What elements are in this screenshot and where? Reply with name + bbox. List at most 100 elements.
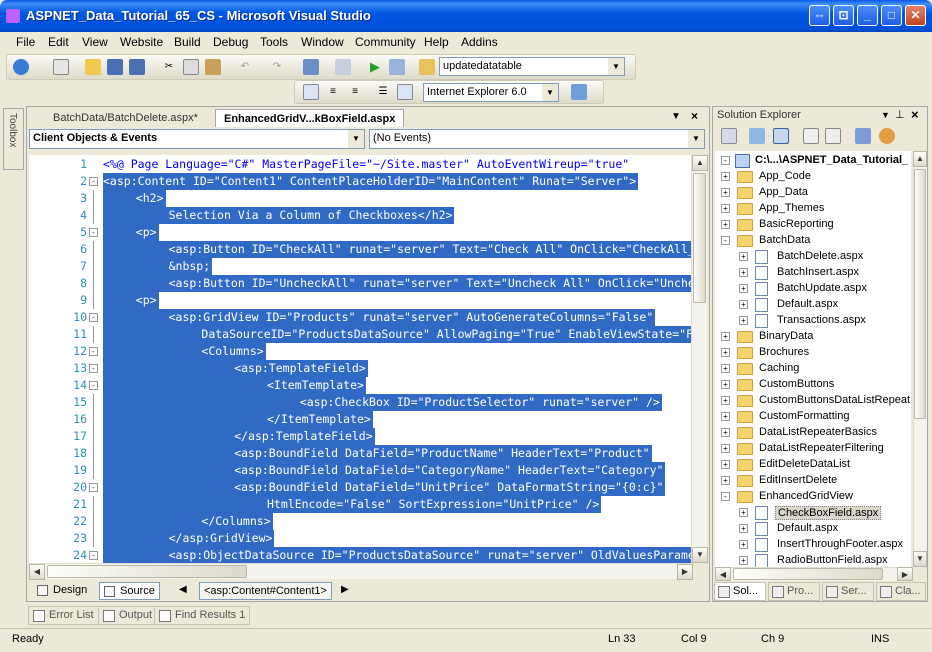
undo-icon[interactable]: ↶ [237,59,253,75]
tree-folder[interactable]: + CustomButtonsDataListRepeat [715,393,911,409]
collapse-region-icon[interactable]: - [87,343,101,360]
tree-file[interactable]: + BatchDelete.aspx [715,249,911,265]
minus-box-icon[interactable]: - [89,313,98,322]
scroll-thumb[interactable] [914,169,926,419]
tree-folder[interactable]: - EnhancedGridView [715,489,911,505]
chevron-down-icon[interactable]: ▼ [688,130,704,148]
tree-folder[interactable]: + App_Themes [715,201,911,217]
tab-list-chevron-icon[interactable]: ▼ [671,111,681,122]
tree-folder[interactable]: + Brochures [715,345,911,361]
design-view-button[interactable]: Design [33,582,91,600]
tree-folder[interactable]: - BatchData [715,233,911,249]
find-in-files-icon[interactable] [389,59,405,75]
expand-icon[interactable]: + [739,252,748,261]
solution-vertical-scrollbar[interactable]: ▲ ▼ [913,151,927,567]
tree-file[interactable]: + Transactions.aspx [715,313,911,329]
menu-help[interactable]: Help [424,35,449,49]
expand-icon[interactable]: + [721,172,730,181]
expand-icon[interactable]: + [721,220,730,229]
paste-icon[interactable] [205,59,221,75]
tree-node-project[interactable]: - C:\...\ASPNET_Data_Tutorial_ [715,153,911,169]
scroll-up-icon[interactable]: ▲ [913,151,927,167]
auto-hide-pin-icon[interactable]: ⊥ [895,108,905,121]
help-window-button[interactable]: ⊡ [833,5,854,26]
code-line[interactable]: 23 </asp:GridView> [29,530,693,547]
tree-folder[interactable]: + BinaryData [715,329,911,345]
expand-icon[interactable]: + [739,540,748,549]
close-tab-icon[interactable]: × [691,109,698,123]
window-position-chevron-icon[interactable]: ▼ [881,110,890,120]
tree-folder[interactable]: + App_Code [715,169,911,185]
tab-batchdelete[interactable]: BatchData/BatchDelete.aspx* [45,109,206,127]
solution-tree[interactable]: - C:\...\ASPNET_Data_Tutorial_ + App_Code… [715,151,911,567]
copy-icon[interactable] [183,59,199,75]
menu-build[interactable]: Build [174,35,201,49]
code-line[interactable]: 19 <asp:BoundField DataField="CategoryNam… [29,462,693,479]
indent-icon[interactable]: ≡ [325,84,341,100]
tree-file[interactable]: + CheckBoxField.aspx [715,505,911,521]
code-line[interactable]: 9 <p> [29,292,693,309]
tab-find-results[interactable]: Find Results 1 [154,606,251,625]
code-line[interactable]: 20- <asp:BoundField DataField="UnitPrice"… [29,479,693,496]
view-designer-icon[interactable] [825,128,841,144]
close-button[interactable]: ✕ [905,5,926,26]
tree-file[interactable]: + BatchInsert.aspx [715,265,911,281]
editor-vertical-scrollbar[interactable]: ▲ ▼ [691,155,708,563]
collapse-icon[interactable]: - [721,156,730,165]
cut-icon[interactable]: ✂ [161,59,177,75]
menu-view[interactable]: View [82,35,108,49]
view-code-icon[interactable] [803,128,819,144]
save-all-icon[interactable] [129,59,145,75]
code-line[interactable]: 4 Selection Via a Column of Checkboxes</h… [29,207,693,224]
client-objects-combo[interactable]: Client Objects & Events ▼ [29,129,365,149]
collapse-region-icon[interactable]: - [87,173,101,190]
code-line[interactable]: 18 <asp:BoundField DataField="ProductName… [29,445,693,462]
tree-folder[interactable]: + DataListRepeaterBasics [715,425,911,441]
minimize-button[interactable]: _ [857,5,878,26]
collapse-region-icon[interactable]: - [87,479,101,496]
tree-folder[interactable]: + DataListRepeaterFiltering [715,441,911,457]
expand-icon[interactable]: + [739,316,748,325]
tab-output[interactable]: Output [98,606,158,625]
tree-folder[interactable]: + BasicReporting [715,217,911,233]
tab-class-view[interactable]: Cla... [876,582,926,601]
menu-window[interactable]: Window [301,35,344,49]
code-text-area[interactable]: 1 <%@ Page Language="C#" MasterPageFile="… [29,155,693,563]
configuration-combo[interactable]: updatedatatable ▼ [439,57,625,76]
close-panel-icon[interactable]: × [911,107,919,122]
code-line[interactable]: 11 DataSourceID="ProductsDataSource" Allo… [29,326,693,343]
editor-horizontal-scrollbar[interactable]: ◀ ▶ [29,563,693,580]
collapse-region-icon[interactable]: - [87,547,101,563]
code-line[interactable]: 12- <Columns> [29,343,693,360]
nest-related-files-icon[interactable] [773,128,789,144]
tab-solution-explorer[interactable]: Sol... [714,582,766,601]
navigate-backward-icon[interactable] [303,59,319,75]
code-line[interactable]: 10- <asp:GridView ID="Products" runat="se… [29,309,693,326]
minus-box-icon[interactable]: - [89,347,98,356]
scroll-down-icon[interactable]: ▼ [913,551,927,567]
minus-box-icon[interactable]: - [89,381,98,390]
maximize-button[interactable]: □ [881,5,902,26]
expand-icon[interactable]: + [721,380,730,389]
properties-icon[interactable] [721,128,737,144]
expand-icon[interactable]: + [721,396,730,405]
scroll-up-icon[interactable]: ▲ [692,155,708,171]
scroll-down-icon[interactable]: ▼ [692,547,708,563]
menu-addins[interactable]: Addins [461,35,498,49]
menu-website[interactable]: Website [120,35,163,49]
chevron-down-icon[interactable]: ▼ [542,84,558,101]
navigate-forward-icon[interactable] [335,59,351,75]
copy-website-icon[interactable] [855,128,871,144]
menu-debug[interactable]: Debug [213,35,248,49]
tree-folder[interactable]: + CustomButtons [715,377,911,393]
tab-checkboxfield[interactable]: EnhancedGridV...kBoxField.aspx [215,109,405,127]
minus-box-icon[interactable]: - [89,364,98,373]
collapse-region-icon[interactable]: - [87,224,101,241]
code-line[interactable]: 5- <p> [29,224,693,241]
scroll-thumb[interactable] [47,565,247,578]
minus-box-icon[interactable]: - [89,177,98,186]
scroll-thumb[interactable] [693,173,706,303]
scroll-thumb[interactable] [733,568,883,580]
aspnet-configuration-icon[interactable] [879,128,895,144]
minus-box-icon[interactable]: - [89,551,98,560]
